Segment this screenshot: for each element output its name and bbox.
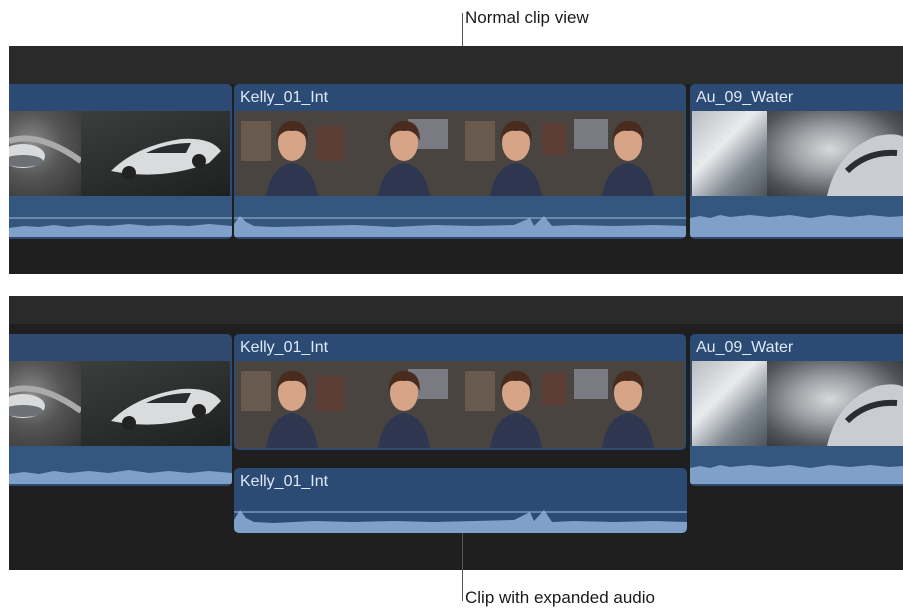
woman-icon bbox=[460, 361, 572, 448]
audio-waveform bbox=[690, 446, 903, 484]
road-car-icon bbox=[9, 361, 81, 446]
timeline-normal-view[interactable]: Kelly_01_Int Au_09_Water bbox=[9, 46, 903, 274]
filmstrip bbox=[236, 361, 684, 448]
woman-icon bbox=[460, 111, 572, 196]
filmstrip bbox=[692, 111, 903, 196]
clip-header: Kelly_01_Int bbox=[234, 84, 686, 111]
clip-kelly-01-int[interactable]: Kelly_01_Int bbox=[234, 84, 686, 239]
silver-car-icon bbox=[81, 111, 230, 196]
audio-waveform bbox=[9, 446, 232, 484]
water-spray-icon bbox=[767, 111, 903, 196]
woman-icon bbox=[236, 111, 348, 196]
audio-waveform bbox=[9, 196, 232, 237]
callout-normal-clip-view: Normal clip view bbox=[465, 8, 589, 27]
timeline-expanded-audio-view[interactable]: Kelly_01_Int Kelly_01_Int Au_09_Water bbox=[9, 296, 903, 570]
clip-header bbox=[9, 84, 232, 111]
clip-header: Au_09_Water bbox=[690, 84, 903, 111]
filmstrip bbox=[236, 111, 684, 196]
woman-icon bbox=[236, 361, 348, 448]
silver-car-icon bbox=[692, 361, 767, 446]
callout-clip-expanded-audio: Clip with expanded audio bbox=[465, 588, 655, 607]
clip-au-09-water[interactable]: Au_09_Water bbox=[690, 84, 903, 239]
clip-header: Kelly_01_Int bbox=[234, 334, 686, 361]
filmstrip bbox=[9, 111, 230, 196]
woman-icon bbox=[572, 361, 684, 448]
woman-icon bbox=[348, 361, 460, 448]
silver-car-icon bbox=[81, 361, 230, 446]
clip-header: Au_09_Water bbox=[690, 334, 903, 361]
clip-left-car[interactable] bbox=[9, 334, 232, 486]
filmstrip bbox=[9, 361, 230, 446]
woman-icon bbox=[348, 111, 460, 196]
water-spray-icon bbox=[767, 361, 903, 446]
clip-header: Kelly_01_Int bbox=[240, 473, 329, 490]
silver-car-icon bbox=[692, 111, 767, 196]
filmstrip bbox=[692, 361, 903, 446]
woman-icon bbox=[572, 111, 684, 196]
callout-line-bottom bbox=[462, 533, 463, 601]
clip-au-09-water[interactable]: Au_09_Water bbox=[690, 334, 903, 486]
audio-waveform bbox=[234, 196, 686, 237]
audio-waveform bbox=[234, 506, 687, 533]
audio-waveform bbox=[690, 196, 903, 237]
expanded-audio-kelly-01-int[interactable]: Kelly_01_Int bbox=[234, 468, 687, 533]
road-car-icon bbox=[9, 111, 81, 196]
clip-left-car[interactable] bbox=[9, 84, 232, 239]
clip-kelly-01-int[interactable]: Kelly_01_Int bbox=[234, 334, 686, 450]
